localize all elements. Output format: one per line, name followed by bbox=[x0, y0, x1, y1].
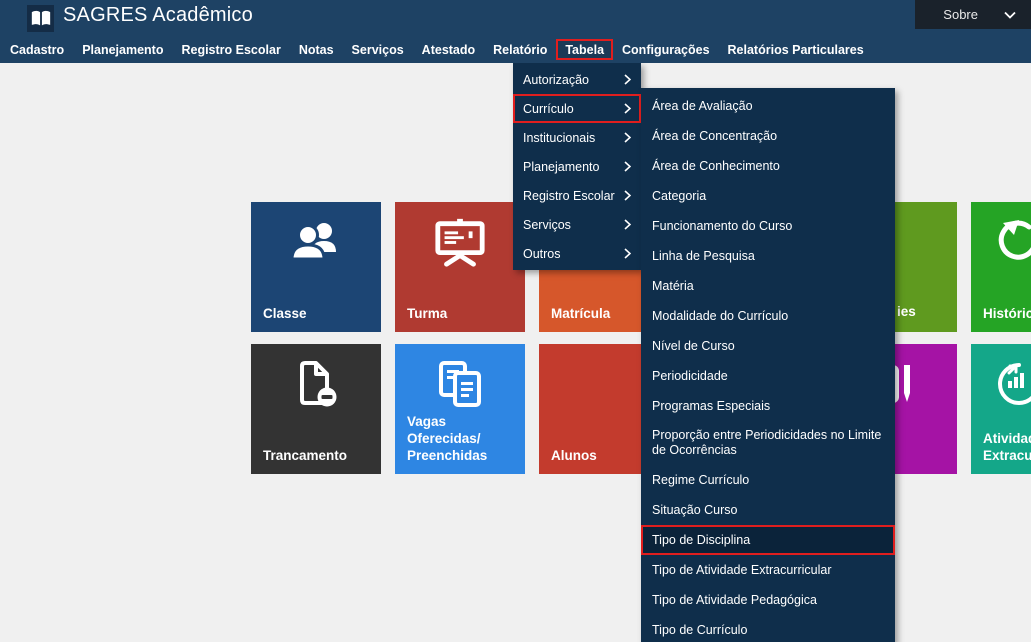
tile-turma[interactable]: Turma bbox=[395, 202, 525, 332]
tile-classe[interactable]: Classe bbox=[251, 202, 381, 332]
submenu-item-regime-curriculo[interactable]: Regime Currículo bbox=[641, 465, 895, 495]
menubar-item-relatorios-particulares[interactable]: Relatórios Particulares bbox=[719, 39, 873, 60]
submenu-item-materia[interactable]: Matéria bbox=[641, 271, 895, 301]
menubar-item-tabela[interactable]: Tabela bbox=[556, 39, 613, 60]
extracurricular-icon bbox=[995, 360, 1031, 408]
submenu-item-proporcao-periodicidades[interactable]: Proporção entre Periodicidades no Limite… bbox=[641, 421, 895, 465]
submenu-item-programas-especiais[interactable]: Programas Especiais bbox=[641, 391, 895, 421]
submenu-item-tipo-de-disciplina[interactable]: Tipo de Disciplina bbox=[641, 525, 895, 555]
documents-icon bbox=[435, 360, 485, 408]
tile-label: Vagas Oferecidas/ Preenchidas bbox=[407, 413, 519, 464]
submenu-item-categoria[interactable]: Categoria bbox=[641, 181, 895, 211]
tile-historico[interactable]: Histórico bbox=[971, 202, 1031, 332]
tile-label: Classe bbox=[263, 305, 375, 322]
people-icon bbox=[288, 219, 344, 265]
menubar-item-planejamento[interactable]: Planejamento bbox=[73, 39, 172, 60]
app-window: Classe Turma Matrícula ies Histórico bbox=[0, 0, 1031, 642]
tile-label-fragment: ies bbox=[897, 303, 951, 320]
about-button[interactable]: Sobre bbox=[915, 0, 1031, 29]
menubar-item-atestado[interactable]: Atestado bbox=[413, 39, 484, 60]
menu-item-label: Serviços bbox=[523, 218, 571, 232]
chevron-right-icon bbox=[624, 132, 631, 143]
submenu-item-funcionamento-do-curso[interactable]: Funcionamento do Curso bbox=[641, 211, 895, 241]
chevron-right-icon bbox=[624, 219, 631, 230]
chevron-right-icon bbox=[624, 74, 631, 85]
tile-atividades-extracurriculares[interactable]: Atividades Extracurriculares bbox=[971, 344, 1031, 474]
menu-item-label: Registro Escolar bbox=[523, 189, 615, 203]
chevron-right-icon bbox=[624, 103, 631, 114]
submenu-item-linha-de-pesquisa[interactable]: Linha de Pesquisa bbox=[641, 241, 895, 271]
tile-label: Atividades Extracurriculares bbox=[983, 430, 1031, 464]
submenu-item-area-de-conhecimento[interactable]: Área de Conhecimento bbox=[641, 151, 895, 181]
menubar-item-notas[interactable]: Notas bbox=[290, 39, 343, 60]
history-icon bbox=[995, 219, 1031, 265]
submenu-item-situacao-curso[interactable]: Situação Curso bbox=[641, 495, 895, 525]
header: SAGRES Acadêmico Sobre bbox=[0, 0, 1031, 36]
tile-label: Turma bbox=[407, 305, 519, 322]
chevron-right-icon bbox=[624, 248, 631, 259]
menu-item-autorizacao[interactable]: Autorização bbox=[513, 65, 641, 94]
menu-item-planejamento[interactable]: Planejamento bbox=[513, 152, 641, 181]
menubar-item-servicos[interactable]: Serviços bbox=[343, 39, 413, 60]
menu-item-outros[interactable]: Outros bbox=[513, 239, 641, 268]
chevron-down-icon bbox=[1004, 11, 1016, 19]
submenu-item-tipo-de-atividade-pedagogica[interactable]: Tipo de Atividade Pedagógica bbox=[641, 585, 895, 615]
menubar-item-relatorio[interactable]: Relatório bbox=[484, 39, 556, 60]
menu-item-servicos[interactable]: Serviços bbox=[513, 210, 641, 239]
tile-label: Trancamento bbox=[263, 447, 375, 464]
submenu-item-tipo-de-curriculo[interactable]: Tipo de Currículo bbox=[641, 615, 895, 642]
tile-trancamento[interactable]: Trancamento bbox=[251, 344, 381, 474]
menu-item-registro-escolar[interactable]: Registro Escolar bbox=[513, 181, 641, 210]
tile-label: Histórico bbox=[983, 305, 1031, 322]
submenu-item-tipo-de-atividade-extracurricular[interactable]: Tipo de Atividade Extracurricular bbox=[641, 555, 895, 585]
submenu-item-modalidade-do-curriculo[interactable]: Modalidade do Currículo bbox=[641, 301, 895, 331]
submenu-item-periodicidade[interactable]: Periodicidade bbox=[641, 361, 895, 391]
menu-item-label: Outros bbox=[523, 247, 561, 261]
chevron-right-icon bbox=[624, 190, 631, 201]
submenu-item-area-de-avaliacao[interactable]: Área de Avaliação bbox=[641, 91, 895, 121]
menubar-item-registro-escolar[interactable]: Registro Escolar bbox=[172, 39, 289, 60]
tile-vagas-oferecidas-preenchidas[interactable]: Vagas Oferecidas/ Preenchidas bbox=[395, 344, 525, 474]
menu-item-label: Planejamento bbox=[523, 160, 599, 174]
curriculo-submenu: Área de Avaliação Área de Concentração Á… bbox=[641, 88, 895, 642]
app-logo bbox=[27, 5, 54, 32]
menu-item-label: Institucionais bbox=[523, 131, 595, 145]
about-label: Sobre bbox=[943, 7, 978, 22]
submenu-item-area-de-concentracao[interactable]: Área de Concentração bbox=[641, 121, 895, 151]
page-title: SAGRES Acadêmico bbox=[63, 4, 253, 27]
open-book-icon bbox=[30, 9, 52, 28]
menubar-item-configuracoes[interactable]: Configurações bbox=[613, 39, 719, 60]
menu-item-curriculo[interactable]: Currículo bbox=[513, 94, 641, 123]
menu-item-label: Autorização bbox=[523, 73, 589, 87]
menubar: Cadastro Planejamento Registro Escolar N… bbox=[0, 36, 1031, 63]
menu-item-institucionais[interactable]: Institucionais bbox=[513, 123, 641, 152]
menu-item-label: Currículo bbox=[523, 102, 574, 116]
menubar-item-cadastro[interactable]: Cadastro bbox=[1, 39, 73, 60]
document-minus-icon bbox=[294, 360, 338, 408]
chevron-right-icon bbox=[624, 161, 631, 172]
tabela-dropdown-menu: Autorização Currículo Institucionais Pla… bbox=[513, 63, 641, 270]
presentation-board-icon bbox=[433, 217, 487, 267]
submenu-item-nivel-de-curso[interactable]: Nível de Curso bbox=[641, 331, 895, 361]
